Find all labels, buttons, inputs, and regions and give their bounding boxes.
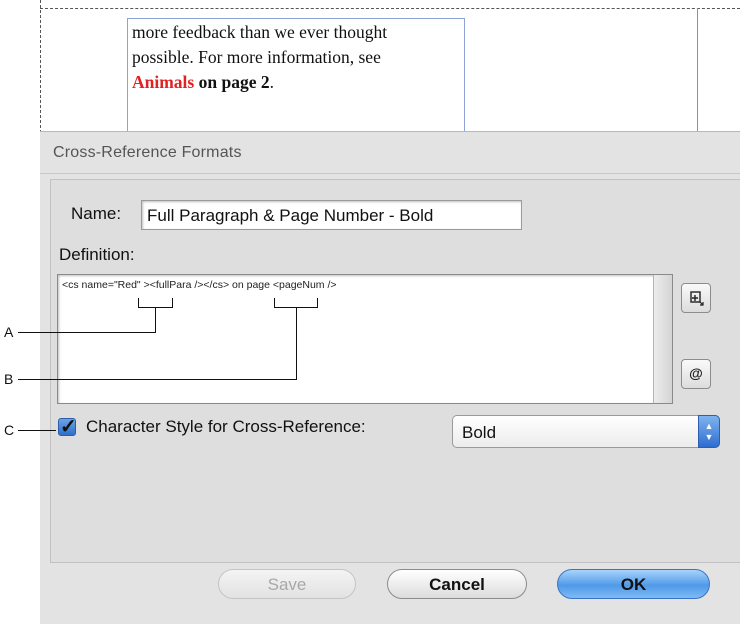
select-arrows-icon: ▲ ▼ bbox=[698, 415, 720, 448]
callout-b-bracket bbox=[274, 307, 318, 308]
sentence-end: . bbox=[269, 72, 274, 92]
save-button[interactable]: Save bbox=[218, 569, 356, 599]
character-style-checkbox[interactable]: ✓ bbox=[58, 416, 77, 438]
document-line-3: Animals on page 2. bbox=[132, 70, 462, 95]
checkmark-icon: ✓ bbox=[60, 416, 77, 438]
callout-b-bracket-left bbox=[274, 298, 275, 308]
character-style-value: Bold bbox=[462, 423, 497, 442]
definition-textarea[interactable]: <cs name="Red" ><fullPara /></cs> on pag… bbox=[57, 274, 673, 404]
callout-a-line bbox=[18, 332, 155, 333]
callout-b-label: B bbox=[4, 371, 14, 387]
insert-building-block-icon bbox=[690, 291, 704, 306]
cancel-button[interactable]: Cancel bbox=[387, 569, 527, 599]
definition-scrollbar[interactable] bbox=[653, 275, 672, 403]
name-label: Name: bbox=[71, 204, 122, 223]
page-column-guide bbox=[697, 8, 698, 136]
callout-c-line bbox=[18, 430, 56, 431]
page-margin-top bbox=[40, 8, 740, 9]
callout-a-bracket-left bbox=[138, 298, 139, 308]
cross-reference-formats-dialog: Cross-Reference Formats Name: Full Parag… bbox=[40, 131, 740, 624]
document-line-1: more feedback than we ever thought bbox=[132, 22, 388, 42]
document-line-2: possible. For more information, see bbox=[132, 47, 381, 67]
callout-a-stem bbox=[155, 307, 156, 333]
ok-button[interactable]: OK bbox=[557, 569, 710, 599]
insert-building-block-button[interactable] bbox=[681, 283, 711, 313]
title-separator bbox=[40, 173, 740, 174]
cross-reference-source: Animals bbox=[132, 72, 195, 92]
character-style-label: Character Style for Cross-Reference: bbox=[86, 417, 366, 436]
dialog-title: Cross-Reference Formats bbox=[53, 144, 242, 161]
callout-a-bracket bbox=[138, 307, 173, 308]
insert-special-character-button[interactable]: @ bbox=[681, 359, 711, 389]
callout-a-bracket-right bbox=[172, 298, 173, 308]
cross-reference-page: on page 2 bbox=[194, 72, 270, 92]
callout-c-label: C bbox=[4, 422, 15, 438]
at-sign-icon: @ bbox=[689, 365, 703, 381]
callout-b-stem bbox=[296, 307, 297, 380]
callout-a-label: A bbox=[4, 324, 14, 340]
callout-b-line bbox=[18, 379, 297, 380]
character-style-select[interactable]: Bold ▲ ▼ bbox=[452, 415, 720, 448]
callout-b-bracket-right bbox=[317, 298, 318, 308]
document-text: more feedback than we ever thought possi… bbox=[132, 20, 462, 95]
definition-text: <cs name="Red" ><fullPara /></cs> on pag… bbox=[62, 279, 337, 291]
definition-label: Definition: bbox=[59, 245, 135, 264]
name-field[interactable]: Full Paragraph & Page Number - Bold bbox=[141, 200, 522, 230]
